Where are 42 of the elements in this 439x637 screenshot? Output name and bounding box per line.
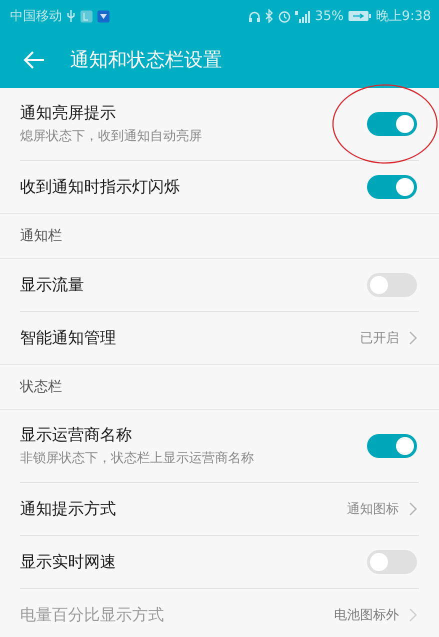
section-header: 状态栏	[0, 364, 439, 410]
toggle-switch[interactable]	[367, 434, 417, 458]
setting-title: 电量百分比显示方式	[20, 604, 165, 626]
chevron-icon	[409, 331, 417, 345]
setting-title: 显示运营商名称	[20, 425, 133, 446]
setting-title: 显示流量	[20, 274, 85, 296]
section-header: 通知栏	[0, 213, 439, 259]
chevron-icon	[409, 502, 417, 516]
setting-title: 通知亮屏提示	[20, 103, 117, 124]
bluetooth-icon	[264, 9, 274, 23]
app-notification-icon	[97, 10, 110, 22]
chevron-icon	[409, 608, 417, 622]
settings-row[interactable]: 显示流量	[0, 259, 439, 311]
settings-row[interactable]: 显示实时网速	[0, 536, 439, 588]
setting-description: 熄屏状态下，收到通知自动亮屏	[20, 128, 203, 145]
settings-row[interactable]: 通知亮屏提示 熄屏状态下，收到通知自动亮屏	[0, 88, 439, 160]
setting-value: 通知图标	[347, 501, 399, 518]
settings-row[interactable]: 收到通知时指示灯闪烁	[0, 161, 439, 213]
settings-row[interactable]: 通知提示方式 通知图标	[0, 483, 439, 535]
toggle-switch[interactable]	[367, 273, 417, 297]
battery-percent: 35%	[314, 8, 344, 24]
settings-row[interactable]: 智能通知管理 已开启	[0, 312, 439, 364]
page-title: 通知和状态栏设置	[70, 48, 222, 73]
battery-icon	[348, 10, 372, 22]
setting-title: 收到通知时指示灯闪烁	[20, 176, 181, 198]
usb-icon	[66, 9, 76, 23]
headphones-icon	[248, 10, 261, 22]
settings-row[interactable]: 显示运营商名称 非锁屏状态下，状态栏上显示运营商名称	[0, 410, 439, 482]
clock: 晚上9:38	[376, 8, 431, 25]
setting-description: 非锁屏状态下，状态栏上显示运营商名称	[20, 450, 255, 467]
setting-title: 通知提示方式	[20, 498, 117, 520]
carrier-name: 中国移动	[10, 8, 62, 25]
setting-value: 电池图标外	[334, 607, 399, 624]
toggle-switch[interactable]	[367, 175, 417, 199]
notification-icon	[80, 10, 93, 22]
toggle-switch[interactable]	[367, 112, 417, 136]
signal-icon	[294, 10, 311, 22]
setting-title: 显示实时网速	[20, 552, 117, 572]
alarm-icon	[278, 10, 291, 22]
setting-title: 智能通知管理	[20, 328, 117, 348]
setting-value: 已开启	[360, 330, 399, 347]
toggle-switch[interactable]	[367, 550, 417, 574]
